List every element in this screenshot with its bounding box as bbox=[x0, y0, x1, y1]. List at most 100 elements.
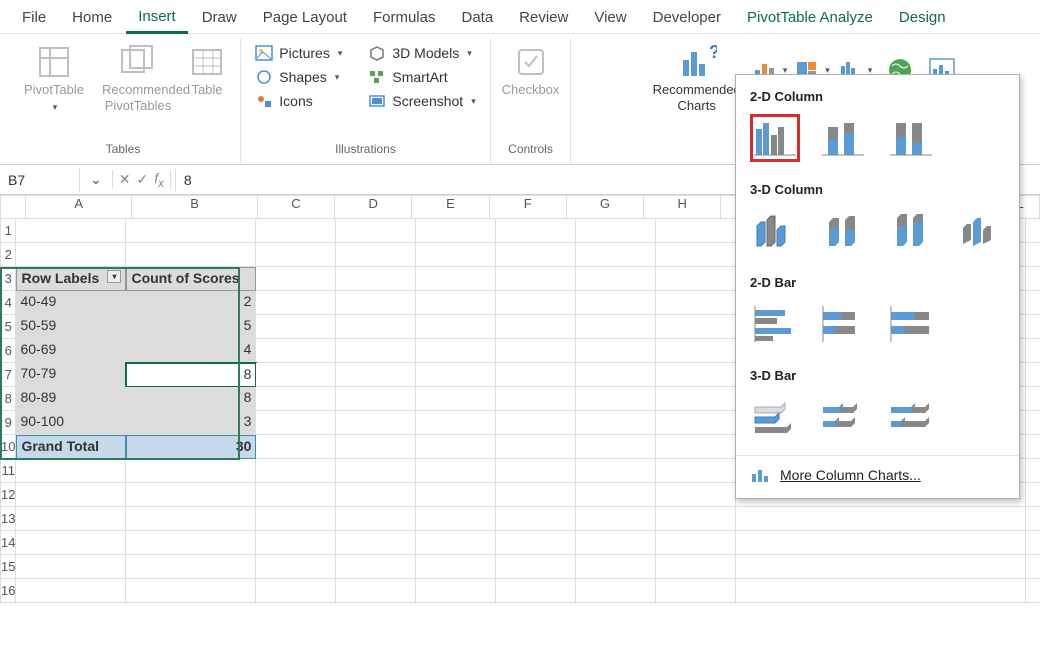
cell[interactable] bbox=[126, 507, 256, 531]
cell[interactable] bbox=[16, 555, 126, 579]
cell[interactable] bbox=[256, 291, 336, 315]
screenshot-button[interactable]: Screenshot▾ bbox=[362, 90, 481, 112]
row-header[interactable]: 3 bbox=[0, 267, 16, 291]
cell[interactable] bbox=[336, 291, 416, 315]
more-column-charts[interactable]: More Column Charts... bbox=[736, 455, 1019, 494]
row-header[interactable]: 15 bbox=[0, 555, 16, 579]
cell[interactable] bbox=[1026, 411, 1040, 435]
tab-pivottable-analyze[interactable]: PivotTable Analyze bbox=[735, 3, 885, 32]
pivot-row-value[interactable]: 4 bbox=[126, 339, 256, 363]
cell[interactable] bbox=[16, 219, 126, 243]
row-header[interactable]: 2 bbox=[0, 243, 16, 267]
cell[interactable] bbox=[416, 579, 496, 603]
pivot-row-label[interactable]: 80-89 bbox=[16, 387, 126, 411]
cell[interactable] bbox=[336, 267, 416, 291]
pivot-row-value[interactable]: 8 bbox=[126, 387, 256, 411]
cell[interactable] bbox=[256, 555, 336, 579]
tab-design[interactable]: Design bbox=[887, 3, 958, 32]
row-header[interactable]: 5 bbox=[0, 315, 16, 339]
cell[interactable] bbox=[496, 315, 576, 339]
cell[interactable] bbox=[576, 459, 656, 483]
row-header[interactable]: 14 bbox=[0, 531, 16, 555]
cell[interactable] bbox=[416, 483, 496, 507]
cell[interactable] bbox=[656, 579, 736, 603]
cell[interactable] bbox=[576, 555, 656, 579]
cell[interactable] bbox=[736, 531, 1026, 555]
cell[interactable] bbox=[1026, 579, 1040, 603]
cell[interactable] bbox=[656, 483, 736, 507]
fx-button[interactable]: fx bbox=[154, 170, 164, 190]
pivot-row-label[interactable]: 60-69 bbox=[16, 339, 126, 363]
cell[interactable] bbox=[1026, 435, 1040, 459]
cell[interactable] bbox=[126, 219, 256, 243]
col-header[interactable]: D bbox=[335, 195, 412, 219]
clustered-bar-2d[interactable] bbox=[750, 300, 800, 348]
cell[interactable] bbox=[1026, 483, 1040, 507]
cell[interactable] bbox=[1026, 267, 1040, 291]
col-header[interactable]: B bbox=[132, 195, 258, 219]
smartart-button[interactable]: SmartArt bbox=[362, 66, 481, 88]
formula-cancel[interactable]: ✕ bbox=[119, 171, 131, 188]
tab-formulas[interactable]: Formulas bbox=[361, 3, 448, 32]
row-header[interactable]: 6 bbox=[0, 339, 16, 363]
cell[interactable] bbox=[1026, 387, 1040, 411]
name-box-dropdown[interactable]: ⌄ bbox=[84, 171, 108, 188]
cell[interactable] bbox=[16, 459, 126, 483]
cell[interactable] bbox=[656, 435, 736, 459]
stacked-bar-3d[interactable] bbox=[818, 393, 868, 441]
cell[interactable] bbox=[656, 243, 736, 267]
cell[interactable] bbox=[256, 387, 336, 411]
pivot-grand-total-label[interactable]: Grand Total bbox=[16, 435, 126, 459]
cell[interactable] bbox=[1026, 219, 1040, 243]
tab-view[interactable]: View bbox=[582, 3, 638, 32]
col-header[interactable]: H bbox=[644, 195, 721, 219]
row-header[interactable]: 11 bbox=[0, 459, 16, 483]
row-header[interactable]: 10 bbox=[0, 435, 16, 459]
pivot-row-label[interactable]: 40-49 bbox=[16, 291, 126, 315]
100-stacked-bar-2d[interactable] bbox=[886, 300, 936, 348]
cell[interactable] bbox=[416, 219, 496, 243]
cell[interactable] bbox=[496, 435, 576, 459]
tab-data[interactable]: Data bbox=[449, 3, 505, 32]
row-header[interactable]: 12 bbox=[0, 483, 16, 507]
cell[interactable] bbox=[416, 363, 496, 387]
cell[interactable] bbox=[1026, 459, 1040, 483]
cell[interactable] bbox=[496, 219, 576, 243]
cell[interactable] bbox=[1026, 339, 1040, 363]
tab-home[interactable]: Home bbox=[60, 3, 124, 32]
pivot-filter-button[interactable]: ▾ bbox=[107, 270, 121, 283]
cell[interactable] bbox=[256, 483, 336, 507]
tab-review[interactable]: Review bbox=[507, 3, 580, 32]
cell[interactable] bbox=[1026, 363, 1040, 387]
cell[interactable] bbox=[256, 507, 336, 531]
tab-insert[interactable]: Insert bbox=[126, 2, 188, 34]
shapes-button[interactable]: Shapes▾ bbox=[249, 66, 348, 88]
cell[interactable] bbox=[256, 315, 336, 339]
cell[interactable] bbox=[16, 243, 126, 267]
cell[interactable] bbox=[336, 483, 416, 507]
100-stacked-column-3d[interactable] bbox=[886, 207, 936, 255]
pivot-row-value[interactable]: 3 bbox=[126, 411, 256, 435]
cell[interactable] bbox=[1026, 243, 1040, 267]
row-header[interactable]: 8 bbox=[0, 387, 16, 411]
cell[interactable] bbox=[576, 387, 656, 411]
cell[interactable] bbox=[336, 507, 416, 531]
pivot-row-value[interactable]: 5 bbox=[126, 315, 256, 339]
cell[interactable] bbox=[256, 411, 336, 435]
cell[interactable] bbox=[16, 531, 126, 555]
cell[interactable] bbox=[1026, 531, 1040, 555]
100-stacked-column-2d[interactable] bbox=[886, 114, 936, 162]
cell[interactable] bbox=[126, 243, 256, 267]
table-button[interactable]: Table bbox=[182, 40, 232, 100]
cell[interactable] bbox=[416, 555, 496, 579]
cell[interactable] bbox=[496, 459, 576, 483]
clustered-column-2d[interactable] bbox=[750, 114, 800, 162]
row-header[interactable]: 4 bbox=[0, 291, 16, 315]
checkbox-button[interactable]: Checkbox bbox=[496, 40, 566, 100]
clustered-bar-3d[interactable] bbox=[750, 393, 800, 441]
col-header[interactable]: F bbox=[490, 195, 567, 219]
cell[interactable] bbox=[496, 483, 576, 507]
cell[interactable] bbox=[656, 291, 736, 315]
cell[interactable] bbox=[256, 267, 336, 291]
cell[interactable] bbox=[736, 579, 1026, 603]
